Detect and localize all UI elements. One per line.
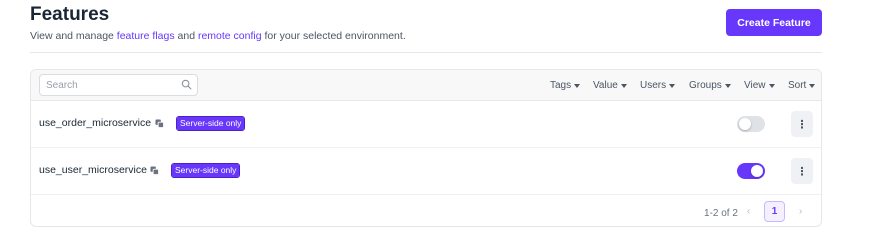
more-options-button[interactable]: ⋮ bbox=[791, 111, 813, 137]
remote-config-link[interactable]: remote config bbox=[198, 30, 262, 42]
feature-row[interactable]: use_user_microservice Server-side only ⋮ bbox=[31, 148, 821, 195]
users-filter[interactable]: Users bbox=[640, 80, 676, 91]
page-subtitle: View and manage feature flags and remote… bbox=[30, 30, 406, 42]
feature-toggle[interactable] bbox=[737, 163, 765, 179]
server-side-badge: Server-side only bbox=[175, 116, 246, 131]
sort-filter[interactable]: Sort bbox=[788, 80, 816, 91]
groups-filter[interactable]: Groups bbox=[689, 80, 731, 91]
previous-page-button[interactable]: ‹ bbox=[738, 201, 759, 222]
tags-filter[interactable]: Tags bbox=[550, 80, 581, 91]
groups-filter-label: Groups bbox=[689, 80, 722, 91]
feature-toggle[interactable] bbox=[737, 116, 765, 132]
subtitle-prefix: View and manage bbox=[30, 30, 117, 42]
chevron-right-icon: › bbox=[798, 206, 803, 217]
chevron-down-icon bbox=[669, 83, 676, 88]
features-panel: Tags Value Users Groups View Sort use_or… bbox=[30, 69, 822, 227]
chevron-down-icon bbox=[574, 83, 581, 88]
features-toolbar: Tags Value Users Groups View Sort bbox=[31, 70, 821, 101]
subtitle-and: and bbox=[174, 30, 198, 42]
copy-icon[interactable] bbox=[150, 166, 159, 175]
value-filter[interactable]: Value bbox=[593, 80, 627, 91]
feature-name: use_order_microservice bbox=[39, 117, 152, 129]
search-input[interactable] bbox=[40, 75, 170, 96]
value-filter-label: Value bbox=[593, 80, 618, 91]
chevron-left-icon: ‹ bbox=[746, 206, 751, 217]
feature-name: use_user_microservice bbox=[39, 164, 147, 176]
feature-flags-link[interactable]: feature flags bbox=[117, 30, 175, 42]
tags-filter-label: Tags bbox=[550, 80, 572, 91]
create-feature-button[interactable]: Create Feature bbox=[726, 9, 822, 36]
page-title: Features bbox=[30, 4, 110, 25]
more-vertical-icon: ⋮ bbox=[796, 165, 808, 178]
pagination-summary: 1-2 of 2 bbox=[704, 208, 738, 219]
search-icon bbox=[181, 79, 192, 90]
users-filter-label: Users bbox=[640, 80, 667, 91]
copy-icon[interactable] bbox=[155, 119, 164, 128]
view-filter-label: View bbox=[744, 80, 766, 91]
page-number-button[interactable]: 1 bbox=[764, 201, 785, 222]
server-side-badge: Server-side only bbox=[170, 163, 241, 178]
toggle-knob bbox=[751, 165, 763, 177]
sort-filter-label: Sort bbox=[788, 80, 807, 91]
chevron-down-icon bbox=[620, 83, 627, 88]
next-page-button[interactable]: › bbox=[790, 201, 811, 222]
chevron-down-icon bbox=[724, 83, 731, 88]
feature-row[interactable]: use_order_microservice Server-side only … bbox=[31, 101, 821, 148]
more-options-button[interactable]: ⋮ bbox=[791, 158, 813, 184]
more-vertical-icon: ⋮ bbox=[796, 118, 808, 131]
search-box bbox=[39, 74, 198, 96]
subtitle-suffix: for your selected environment. bbox=[261, 30, 406, 42]
toggle-knob bbox=[739, 118, 751, 130]
chevron-down-icon bbox=[768, 83, 775, 88]
view-filter[interactable]: View bbox=[744, 80, 775, 91]
chevron-down-icon bbox=[809, 83, 816, 88]
header-divider bbox=[30, 52, 822, 53]
